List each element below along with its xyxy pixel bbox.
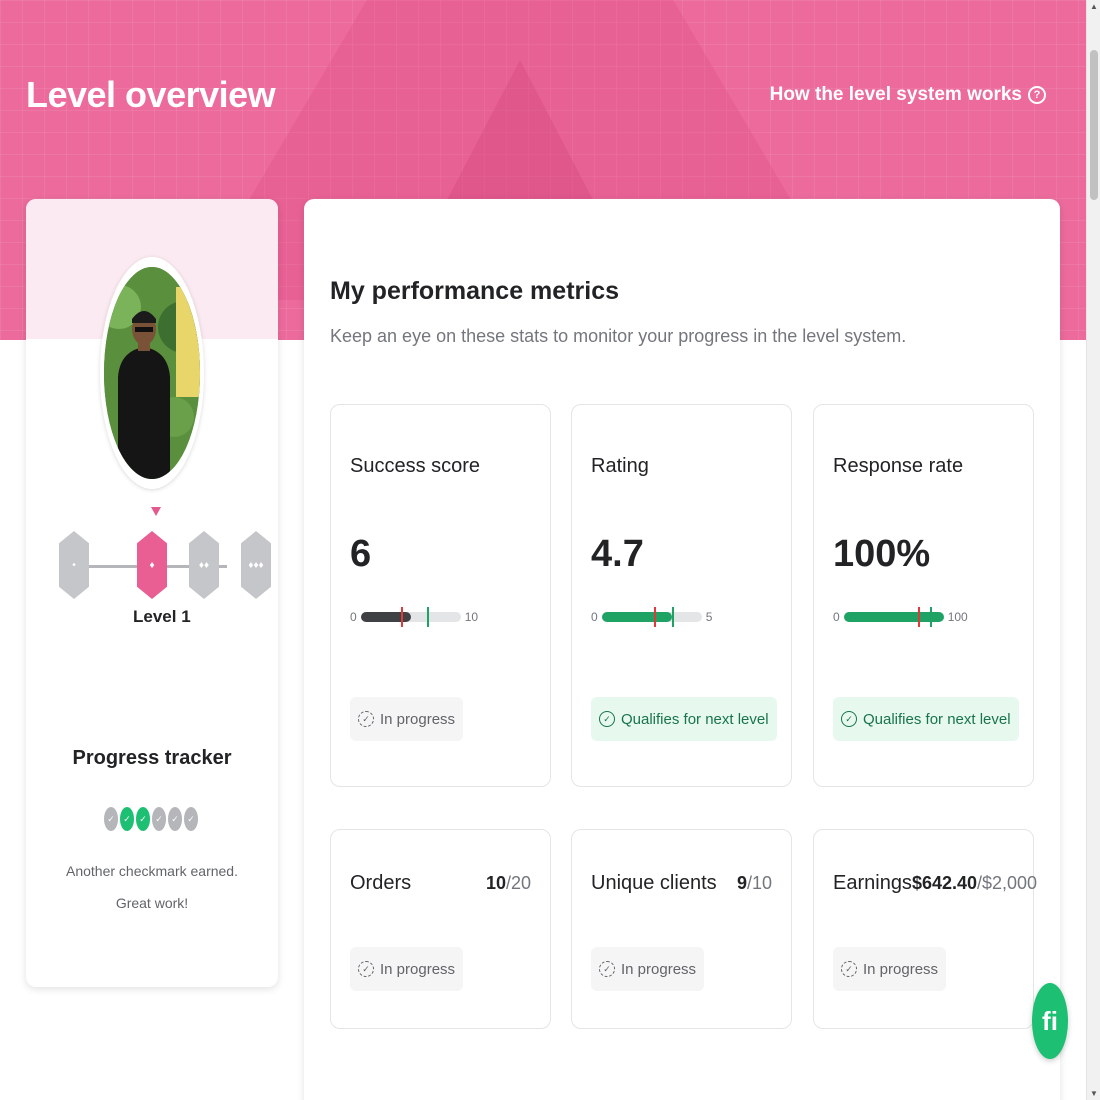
in-progress-icon: ✓ bbox=[841, 961, 857, 977]
score-range: 0 10 bbox=[350, 607, 530, 627]
in-progress-icon: ✓ bbox=[358, 961, 374, 977]
earnings-tile: Earnings $642.40/$2,000 ✓ In progress bbox=[813, 829, 1037, 1029]
success-score-tile: Success score 6 0 10 ✓ In progress bbox=[330, 404, 551, 787]
tracker-check-icon: ✓ bbox=[120, 807, 134, 831]
current-level-label: Level 1 bbox=[133, 607, 191, 626]
level-progress-track: • ♦ ♦♦ ♦♦♦ Level 1 bbox=[59, 499, 271, 626]
tile-label: Unique clients bbox=[591, 872, 717, 894]
current-value: 10 bbox=[485, 873, 506, 893]
score-bar bbox=[360, 607, 461, 627]
metrics-title: My performance metrics bbox=[330, 277, 620, 305]
tile-label: Orders bbox=[350, 872, 412, 894]
tile-value: $642.40/$2,000 bbox=[912, 873, 1037, 894]
avatar-photo bbox=[104, 267, 200, 479]
progress-tracker-checkmarks: ✓ ✓ ✓ ✓ ✓ ✓ bbox=[104, 807, 198, 831]
target-value: /10 bbox=[746, 873, 772, 893]
status-badge: ✓ In progress bbox=[833, 947, 947, 991]
status-label: Qualifies for next level bbox=[621, 710, 769, 728]
status-label: Qualifies for next level bbox=[863, 710, 1011, 728]
status-badge: ✓ In progress bbox=[350, 947, 464, 991]
status-label: In progress bbox=[380, 960, 456, 978]
tile-label: Earnings bbox=[833, 872, 912, 894]
tracker-check-icon: ✓ bbox=[104, 807, 118, 831]
tile-label: Response rate bbox=[833, 455, 964, 477]
tile-value: 4.7 bbox=[591, 533, 644, 575]
status-label: In progress bbox=[621, 960, 697, 978]
unique-clients-tile: Unique clients 9/10 ✓ In progress bbox=[571, 829, 792, 1029]
range-max: 10 bbox=[464, 610, 479, 624]
how-level-system-works-link[interactable]: How the level system works ? bbox=[770, 84, 1046, 106]
target-value: /$2,000 bbox=[977, 873, 1038, 893]
in-progress-icon: ✓ bbox=[358, 711, 374, 727]
level-badge-new-seller: • bbox=[59, 531, 89, 599]
metrics-subtitle: Keep an eye on these stats to monitor yo… bbox=[330, 326, 907, 346]
orders-tile: Orders 10/20 ✓ In progress bbox=[330, 829, 551, 1029]
range-min: 0 bbox=[833, 610, 840, 624]
next-level-tick bbox=[426, 607, 429, 627]
bar-fill bbox=[601, 612, 672, 622]
tile-label: Success score bbox=[350, 455, 481, 477]
profile-card: • ♦ ♦♦ ♦♦♦ Level 1 Progress tracker ✓ ✓ … bbox=[26, 199, 278, 987]
range-min: 0 bbox=[591, 610, 598, 624]
current-level-marker-icon bbox=[151, 507, 161, 516]
rating-bar bbox=[601, 607, 702, 627]
status-label: In progress bbox=[863, 960, 939, 978]
response-rate-tile: Response rate 100% 0 100 ✓ Qualifies for… bbox=[813, 404, 1034, 787]
tracker-check-icon: ✓ bbox=[184, 807, 198, 831]
target-value: /20 bbox=[505, 873, 531, 893]
progress-tracker-title: Progress tracker bbox=[72, 747, 232, 769]
rating-tile: Rating 4.7 0 5 ✓ Qualifies for next leve… bbox=[571, 404, 792, 787]
next-level-tick bbox=[929, 607, 932, 627]
tile-header: Orders 10/20 bbox=[350, 872, 531, 895]
threshold-tick bbox=[653, 607, 656, 627]
level-badge-level-2: ♦♦ bbox=[189, 531, 219, 599]
tile-value: 10/20 bbox=[486, 873, 531, 894]
progress-tracker-message: Another checkmark earned. Great work! bbox=[66, 863, 238, 911]
tracker-check-icon: ✓ bbox=[136, 807, 150, 831]
tile-value: 9/10 bbox=[737, 873, 772, 894]
status-badge: ✓ In progress bbox=[350, 697, 464, 741]
page-title: Level overview bbox=[26, 74, 276, 115]
tile-header: Earnings $642.40/$2,000 bbox=[833, 872, 1037, 895]
page-scrollbar[interactable]: ▲ ▼ bbox=[1086, 0, 1100, 1100]
scroll-thumb[interactable] bbox=[1090, 50, 1098, 200]
bar-fill bbox=[360, 612, 411, 622]
response-range: 0 100 bbox=[833, 607, 1013, 627]
performance-metrics-card: My performance metrics Keep an eye on th… bbox=[304, 199, 1060, 1100]
next-level-tick bbox=[671, 607, 674, 627]
bar-fill bbox=[843, 612, 944, 622]
scroll-down-arrow-icon[interactable]: ▼ bbox=[1090, 1089, 1098, 1098]
response-bar bbox=[843, 607, 944, 627]
range-min: 0 bbox=[350, 610, 357, 624]
current-value: $642.40 bbox=[911, 873, 978, 893]
avatar bbox=[104, 267, 200, 479]
check-circle-icon: ✓ bbox=[841, 711, 857, 727]
status-badge: ✓ In progress bbox=[591, 947, 705, 991]
range-max: 5 bbox=[705, 610, 713, 624]
in-progress-icon: ✓ bbox=[599, 961, 615, 977]
help-icon: ? bbox=[1028, 86, 1046, 104]
current-value: 9 bbox=[736, 873, 747, 893]
threshold-tick bbox=[917, 607, 920, 627]
threshold-tick bbox=[400, 607, 403, 627]
tile-value: 100% bbox=[833, 533, 931, 575]
tracker-check-icon: ✓ bbox=[168, 807, 182, 831]
status-badge: ✓ Qualifies for next level bbox=[833, 697, 1019, 741]
how-link-label: How the level system works bbox=[769, 84, 1022, 105]
tile-header: Unique clients 9/10 bbox=[591, 872, 772, 895]
check-circle-icon: ✓ bbox=[599, 711, 615, 727]
rating-range: 0 5 bbox=[591, 607, 771, 627]
tracker-check-icon: ✓ bbox=[152, 807, 166, 831]
tile-value: 6 bbox=[350, 533, 372, 575]
range-max: 100 bbox=[947, 610, 968, 624]
chat-button[interactable]: fi bbox=[1032, 983, 1068, 1059]
level-badge-top-rated: ♦♦♦ bbox=[241, 531, 271, 599]
tile-label: Rating bbox=[591, 455, 649, 477]
status-label: In progress bbox=[380, 710, 456, 728]
level-badge-level-1: ♦ bbox=[137, 531, 167, 599]
scroll-up-arrow-icon[interactable]: ▲ bbox=[1090, 2, 1098, 11]
status-badge: ✓ Qualifies for next level bbox=[591, 697, 777, 741]
